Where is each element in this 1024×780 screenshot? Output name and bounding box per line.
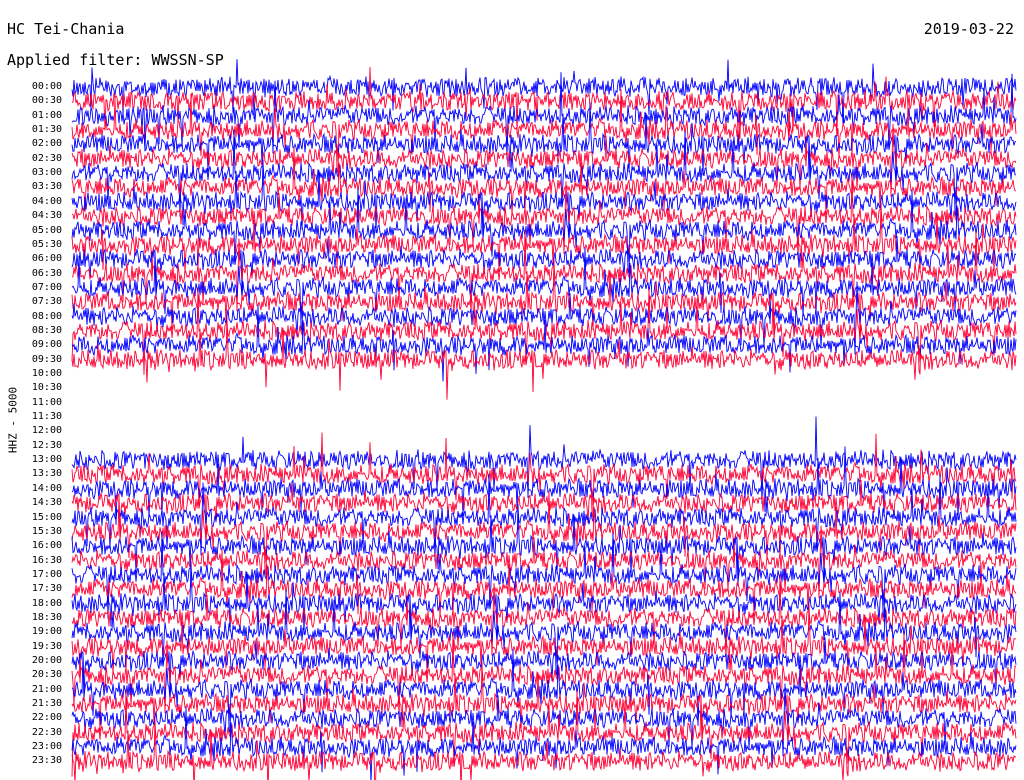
trace-line [71, 491, 1017, 576]
trace-line [71, 67, 1017, 139]
trace-line [71, 631, 1017, 720]
seismogram-plot [71, 59, 1017, 780]
